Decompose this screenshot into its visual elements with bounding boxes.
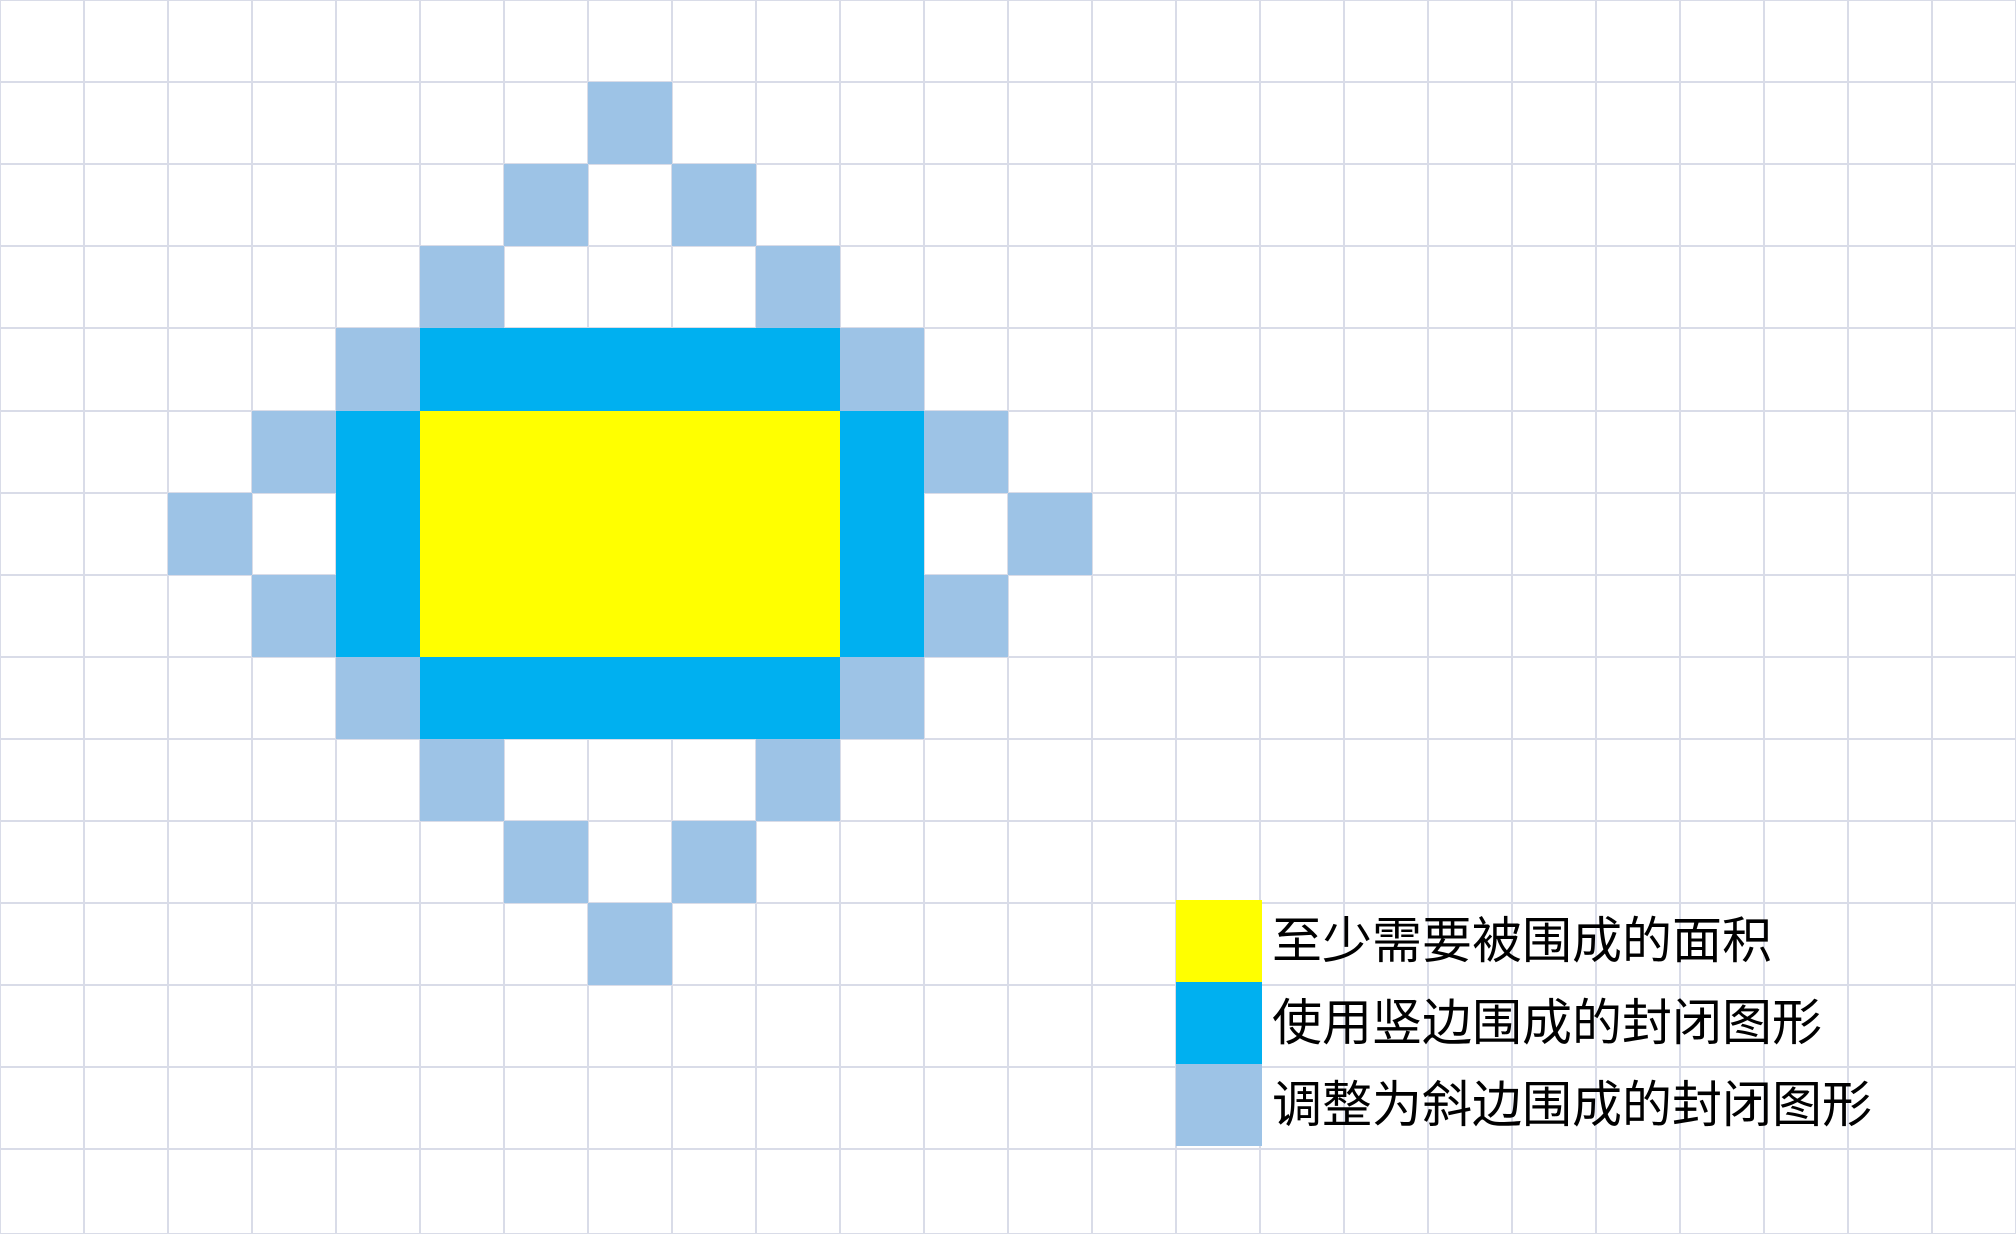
legend-label-vertical-enclosure: 使用竖边围成的封闭图形 [1272, 994, 1822, 1052]
vertical-enclosure-cell [672, 328, 756, 411]
vertical-enclosure-cell [504, 328, 588, 411]
diagonal-enclosure-cell [840, 657, 924, 739]
required-area-cell [420, 575, 504, 657]
legend-label-diagonal-enclosure: 调整为斜边围成的封闭图形 [1272, 1076, 1872, 1134]
diagonal-enclosure-cell [924, 411, 1008, 493]
diagonal-enclosure-cell [336, 328, 420, 411]
vertical-enclosure-cell [336, 493, 420, 575]
vertical-enclosure-cell [420, 657, 504, 739]
diagonal-enclosure-cell [588, 82, 672, 164]
required-area-cell [420, 493, 504, 575]
diagonal-enclosure-cell [420, 246, 504, 328]
grid-diagram: 至少需要被围成的面积 使用竖边围成的封闭图形 调整为斜边围成的封闭图形 [0, 0, 2016, 1234]
diagonal-enclosure-cell [588, 903, 672, 985]
vertical-enclosure-cell [840, 493, 924, 575]
diagonal-enclosure-cell [252, 575, 336, 657]
vertical-enclosure-cell [420, 328, 504, 411]
diagonal-enclosure-cell [1008, 493, 1092, 575]
vertical-enclosure-cell [588, 657, 672, 739]
diagonal-enclosure-cell [168, 493, 252, 575]
legend-label-required-area: 至少需要被围成的面积 [1272, 912, 1772, 970]
vertical-enclosure-cell [588, 328, 672, 411]
required-area-cell [672, 575, 756, 657]
required-area-cell [588, 411, 672, 493]
vertical-enclosure-cell [336, 411, 420, 493]
required-area-cell [588, 575, 672, 657]
vertical-enclosure-cell [840, 575, 924, 657]
diagonal-enclosure-cell [924, 575, 1008, 657]
required-area-cell [756, 411, 840, 493]
legend-row-required-area: 至少需要被围成的面积 [1176, 900, 1936, 982]
diagonal-enclosure-cell [420, 739, 504, 821]
legend-row-diagonal-enclosure: 调整为斜边围成的封闭图形 [1176, 1064, 1936, 1146]
legend-swatch-required-area [1176, 900, 1262, 982]
required-area-cell [504, 575, 588, 657]
vertical-enclosure-cell [672, 657, 756, 739]
vertical-enclosure-cell [840, 411, 924, 493]
diagonal-enclosure-cell [672, 164, 756, 246]
diagonal-enclosure-cell [252, 411, 336, 493]
legend-row-vertical-enclosure: 使用竖边围成的封闭图形 [1176, 982, 1936, 1064]
diagonal-enclosure-cell [504, 821, 588, 903]
required-area-cell [588, 493, 672, 575]
required-area-cell [504, 411, 588, 493]
legend-swatch-vertical-enclosure [1176, 982, 1262, 1064]
diagonal-enclosure-cell [504, 164, 588, 246]
legend: 至少需要被围成的面积 使用竖边围成的封闭图形 调整为斜边围成的封闭图形 [1176, 900, 1936, 1146]
diagonal-enclosure-cell [756, 246, 840, 328]
required-area-cell [756, 493, 840, 575]
required-area-cell [504, 493, 588, 575]
vertical-enclosure-cell [756, 657, 840, 739]
diagonal-enclosure-cell [336, 657, 420, 739]
vertical-enclosure-cell [504, 657, 588, 739]
diagonal-enclosure-cell [840, 328, 924, 411]
required-area-cell [420, 411, 504, 493]
required-area-cell [672, 411, 756, 493]
legend-swatch-diagonal-enclosure [1176, 1064, 1262, 1146]
required-area-cell [756, 575, 840, 657]
vertical-enclosure-cell [756, 328, 840, 411]
required-area-cell [672, 493, 756, 575]
vertical-enclosure-cell [336, 575, 420, 657]
diagonal-enclosure-cell [672, 821, 756, 903]
diagonal-enclosure-cell [756, 739, 840, 821]
